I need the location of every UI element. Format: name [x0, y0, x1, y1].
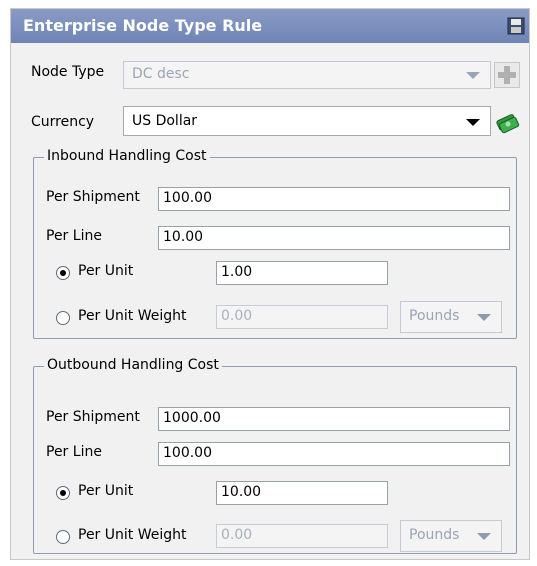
chevron-down-icon [477, 533, 491, 540]
save-icon[interactable] [507, 17, 525, 35]
panel-title: Enterprise Node Type Rule [23, 16, 263, 35]
inbound-per-line-field[interactable]: 10.00 [158, 226, 510, 250]
outbound-per-unit-weight-radio[interactable] [56, 530, 70, 544]
outbound-per-unit-radio[interactable] [56, 486, 70, 500]
inbound-per-shipment-label: Per Shipment [46, 189, 140, 205]
outbound-per-unit-label: Per Unit [78, 483, 134, 499]
outbound-per-shipment-label: Per Shipment [46, 409, 140, 425]
chevron-down-icon [477, 314, 491, 321]
plus-icon [498, 66, 516, 84]
currency-label: Currency [31, 114, 95, 130]
outbound-weight-unit-value: Pounds [409, 527, 460, 543]
chevron-down-icon [466, 119, 480, 126]
add-node-type-button[interactable] [494, 62, 520, 88]
outbound-per-unit-weight-label: Per Unit Weight [78, 527, 187, 543]
node-type-select[interactable]: DC desc [123, 61, 491, 89]
outbound-per-line-field[interactable]: 100.00 [158, 442, 510, 466]
outbound-legend: Outbound Handling Cost [44, 357, 222, 373]
rule-panel: Enterprise Node Type Rule Node Type DC d… [10, 8, 530, 560]
outbound-handling-cost-group: Outbound Handling Cost Per Shipment 1000… [33, 357, 517, 554]
inbound-per-unit-field[interactable]: 1.00 [216, 261, 388, 285]
inbound-legend: Inbound Handling Cost [44, 148, 210, 164]
node-type-value: DC desc [132, 66, 190, 82]
node-type-label: Node Type [31, 64, 105, 80]
outbound-per-line-label: Per Line [46, 444, 102, 460]
outbound-per-unit-weight-field[interactable]: 0.00 [216, 524, 388, 548]
inbound-weight-unit-select[interactable]: Pounds [400, 301, 502, 333]
inbound-per-unit-weight-label: Per Unit Weight [78, 308, 187, 324]
outbound-weight-unit-select[interactable]: Pounds [400, 520, 502, 552]
chevron-down-icon [466, 72, 480, 79]
inbound-per-unit-radio[interactable] [56, 266, 70, 280]
outbound-per-unit-field[interactable]: 10.00 [216, 481, 388, 505]
currency-money-icon [496, 114, 520, 134]
currency-select[interactable]: US Dollar [123, 106, 491, 136]
currency-value: US Dollar [132, 113, 198, 129]
inbound-per-unit-weight-field[interactable]: 0.00 [216, 305, 388, 329]
panel-titlebar: Enterprise Node Type Rule [11, 9, 529, 43]
inbound-per-shipment-field[interactable]: 100.00 [158, 187, 510, 211]
inbound-per-unit-weight-radio[interactable] [56, 311, 70, 325]
outbound-per-shipment-field[interactable]: 1000.00 [158, 407, 510, 431]
inbound-handling-cost-group: Inbound Handling Cost Per Shipment 100.0… [33, 148, 517, 339]
inbound-per-line-label: Per Line [46, 228, 102, 244]
inbound-weight-unit-value: Pounds [409, 308, 460, 324]
inbound-per-unit-label: Per Unit [78, 263, 134, 279]
currency-lookup-button[interactable] [494, 108, 520, 134]
